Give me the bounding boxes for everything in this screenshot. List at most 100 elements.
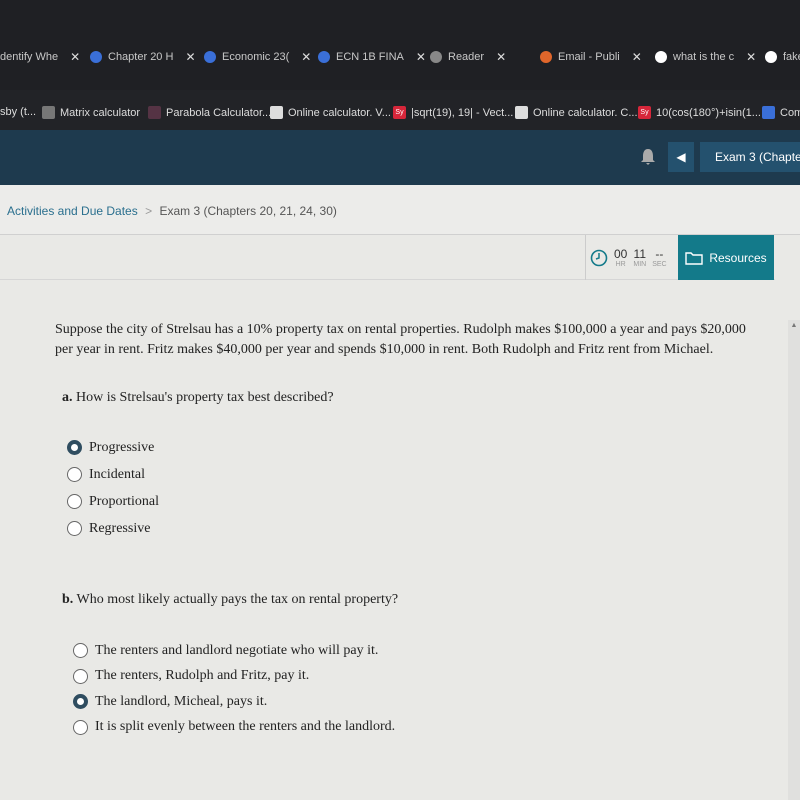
radio-button[interactable] [73,643,88,659]
bookmark-favicon-icon [42,106,55,119]
breadcrumb: Activities and Due Dates > Exam 3 (Chapt… [0,185,800,235]
bookmark[interactable]: sby (t... [0,106,36,118]
bookmark-favicon-icon [148,106,161,119]
tab-label: Economic 23( [222,51,290,63]
browser-tab[interactable]: Reader ✕ [430,44,506,70]
close-tab-icon[interactable]: ✕ [416,50,426,64]
collapse-button[interactable]: ◀ [668,142,694,172]
scroll-up-arrow[interactable]: ▲ [788,322,800,329]
bookmark-favicon-icon: Sy [393,106,406,119]
bookmark-label: |sqrt(19), 19| - Vect... [411,106,514,119]
resources-button[interactable]: Resources [678,235,774,280]
bookmark-label: Matrix calculator [60,106,141,119]
radio-button[interactable] [67,521,82,536]
bookmark-label: Parabola Calculator... [166,106,272,119]
timer-min: 11 [633,247,647,261]
answer-option[interactable]: It is split evenly between the renters a… [73,715,780,741]
bookmark[interactable]: Sy 10(cos(180°)+isin(1... [638,106,761,119]
answer-option[interactable]: Regressive [67,515,780,542]
option-label: Regressive [89,520,151,536]
option-label: Progressive [89,439,155,455]
radio-button[interactable] [73,719,88,735]
google-icon [765,51,777,63]
q-icon [204,51,216,63]
answer-option[interactable]: Progressive [67,434,780,461]
tab-label: ECN 1B FINA [336,51,404,63]
browser-tab[interactable]: fake [765,44,800,70]
timer-hr: 00 [614,247,628,261]
bookmark[interactable]: Online calculator. C... [515,106,638,119]
radio-button[interactable] [67,440,82,455]
close-tab-icon[interactable]: ✕ [70,50,80,64]
option-label: The renters, Rudolph and Fritz, pay it. [95,668,310,684]
option-label: Incidental [89,466,145,482]
answer-option[interactable]: Incidental [67,461,780,488]
bookmark[interactable]: Matrix calculator [42,106,140,119]
tab-label: Reader [448,51,485,63]
resources-label: Resources [709,250,767,265]
radio-button[interactable] [73,694,88,710]
bookmark-label: Online calculator. V... [288,106,391,119]
timer-min-label: MIN [633,261,647,268]
browser-tab[interactable]: Email - Publi ✕ [540,44,642,70]
answer-option[interactable]: Proportional [67,488,780,515]
part-prompt: How is Strelsau's property tax best desc… [76,390,334,405]
tab-label: Chapter 20 H [108,51,174,63]
bookmark-favicon-icon [515,106,528,119]
bookmark[interactable]: Parabola Calculator... [148,106,271,119]
q-icon [318,51,330,63]
bookmark-label: 10(cos(180°)+isin(1... [656,106,761,119]
folder-icon [685,251,704,265]
scrollbar[interactable]: ▲ [788,320,800,800]
b-icon [540,51,552,63]
bookmark-label: Com [780,106,800,119]
exam-title-button[interactable]: Exam 3 (Chapters [700,142,800,172]
breadcrumb-current: Exam 3 (Chapters 20, 21, 24, 30) [159,204,337,218]
timer-hr-label: HR [615,261,626,268]
radio-button[interactable] [73,668,88,684]
browser-tab[interactable]: ECN 1B FINA ✕ [318,44,426,70]
bookmark[interactable]: Online calculator. V... [270,106,391,119]
close-tab-icon[interactable]: ✕ [746,50,756,64]
bookmark[interactable]: Sy |sqrt(19), 19| - Vect... [393,106,513,119]
bookmark-favicon-icon: Sy [638,106,651,119]
browser-tab[interactable]: Chapter 20 H ✕ [90,44,196,70]
browser-tab[interactable]: dentify Whe ✕ [0,44,80,70]
close-tab-icon[interactable]: ✕ [632,50,642,64]
radio-button[interactable] [67,494,82,509]
timer: 00 HR 11 MIN -- SEC [585,235,678,280]
part-letter: a. [62,390,73,405]
answer-option[interactable]: The renters and landlord negotiate who w… [73,638,780,664]
timer-sec-label: SEC [652,261,667,268]
answer-option[interactable]: The landlord, Micheal, pays it. [73,689,780,715]
bookmark[interactable]: Com [762,106,800,119]
browser-tab[interactable]: what is the c ✕ [655,44,756,70]
part-prompt: Who most likely actually pays the tax on… [76,592,399,607]
bell-icon[interactable] [640,148,656,166]
close-tab-icon[interactable]: ✕ [496,50,506,64]
radio-button[interactable] [67,467,82,482]
part-letter: b. [62,592,74,607]
option-label: The landlord, Micheal, pays it. [95,693,268,709]
answer-option[interactable]: The renters, Rudolph and Fritz, pay it. [73,664,780,690]
option-label: It is split evenly between the renters a… [95,719,396,735]
question: Suppose the city of Strelsau has a 10% p… [40,320,780,740]
bookmark-label: sby (t... [0,106,37,118]
bookmark-favicon-icon [762,106,775,119]
tab-label: dentify Whe [0,51,59,63]
top-nav: ◀ Exam 3 (Chapters [0,130,800,185]
q-icon [90,51,102,63]
option-label: The renters and landlord negotiate who w… [95,642,379,658]
tab-label: Email - Publi [558,51,620,63]
bookmark-favicon-icon [270,106,283,119]
close-tab-icon[interactable]: ✕ [185,50,195,64]
browser-tab[interactable]: Economic 23( ✕ [204,44,311,70]
close-tab-icon[interactable]: ✕ [301,50,311,64]
question-part-b: b. Who most likely actually pays the tax… [62,592,780,608]
bookmark-label: Online calculator. C... [533,106,638,119]
tab-label: what is the c [673,51,735,63]
breadcrumb-link-activities[interactable]: Activities and Due Dates [7,204,138,218]
timer-sec: -- [655,247,664,261]
tab-label: fake [783,51,800,63]
breadcrumb-separator: > [145,204,153,218]
